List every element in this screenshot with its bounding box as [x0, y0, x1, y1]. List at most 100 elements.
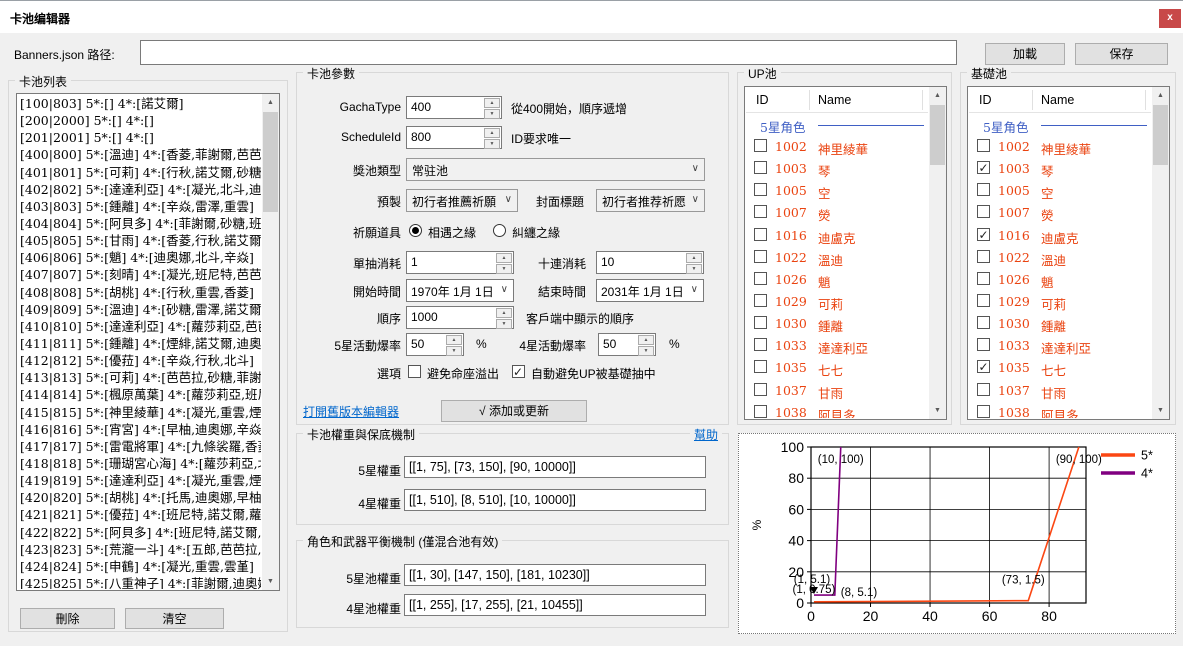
pool-row[interactable]: 1030鍾離	[969, 312, 1151, 334]
spinner-up-icon[interactable]: ▲	[446, 335, 462, 345]
row-checkbox[interactable]	[754, 338, 767, 351]
pool-row[interactable]: ✓1016迪盧克	[969, 224, 1151, 246]
row-checkbox[interactable]: ✓	[977, 228, 990, 241]
close-button[interactable]: x	[1159, 9, 1181, 28]
spinner-up-icon[interactable]: ▲	[496, 253, 512, 263]
pool-list-item[interactable]: [418|818] 5*:[珊瑚宮心海] 4*:[蘿莎莉亞,北斗,行秋]	[18, 455, 261, 472]
pool-row[interactable]: 1026魈	[969, 268, 1151, 290]
cover-title-select[interactable]: 初行者推荐祈愿 ∨	[596, 189, 705, 212]
row-checkbox[interactable]: ✓	[977, 161, 990, 174]
spinner-up-icon[interactable]: ▲	[484, 98, 500, 108]
row-checkbox[interactable]	[977, 250, 990, 263]
pool-list-item[interactable]: [406|806] 5*:[魈] 4*:[迪奧娜,北斗,辛焱]	[18, 249, 261, 266]
load-button[interactable]: 加載	[985, 43, 1065, 65]
pool-list-item[interactable]: [424|824] 5*:[申鶴] 4*:[凝光,重雲,雲堇]	[18, 558, 261, 575]
delete-button[interactable]: 刪除	[20, 608, 115, 629]
pool-row[interactable]: 1002神里綾華	[969, 135, 1151, 157]
pool-list-scrollbar[interactable]: ▲ ▼	[262, 94, 279, 590]
pool-list-item[interactable]: [411|811] 5*:[鍾離] 4*:[煙緋,諾艾爾,迪奧娜]	[18, 335, 261, 352]
pool-row[interactable]: 1022溫迪	[746, 246, 928, 268]
gachatype-input[interactable]: 400 ▲▼	[406, 96, 502, 119]
pool-list-item[interactable]: [412|812] 5*:[優菈] 4*:[辛焱,行秋,北斗]	[18, 352, 261, 369]
row-checkbox[interactable]	[977, 294, 990, 307]
spinner-up-icon[interactable]: ▲	[484, 128, 500, 138]
row-checkbox[interactable]	[977, 316, 990, 329]
pool-row[interactable]: 1030鍾離	[746, 312, 928, 334]
save-button[interactable]: 保存	[1075, 43, 1168, 65]
pool-row[interactable]: 1037甘雨	[969, 379, 1151, 401]
spinner-down-icon[interactable]: ▼	[484, 139, 500, 149]
row-checkbox[interactable]	[754, 228, 767, 241]
pool-row[interactable]: 1035七七	[746, 356, 928, 378]
start-time-picker[interactable]: 1970年 1月 1日 ∨	[406, 279, 514, 302]
spinner-up-icon[interactable]: ▲	[496, 308, 512, 318]
row-checkbox[interactable]	[754, 139, 767, 152]
pool-list-item[interactable]: [415|815] 5*:[神里綾華] 4*:[凝光,重雲,煙緋]	[18, 404, 261, 421]
weight5-input[interactable]	[404, 456, 706, 478]
weight4-input[interactable]	[404, 489, 706, 511]
pool-list-item[interactable]: [200|2000] 5*:[] 4*:[]	[18, 112, 261, 129]
spinner-up-icon[interactable]: ▲	[638, 335, 654, 345]
pool-list-item[interactable]: [201|2001] 5*:[] 4*:[]	[18, 129, 261, 146]
sort-order-input[interactable]: 1000 ▲▼	[406, 306, 514, 329]
preset-select[interactable]: 初行者推薦祈願 ∨	[406, 189, 518, 212]
spinner-down-icon[interactable]: ▼	[484, 109, 500, 119]
spinner-up-icon[interactable]: ▲	[686, 253, 702, 263]
row-checkbox[interactable]	[754, 205, 767, 218]
row-checkbox[interactable]	[754, 183, 767, 196]
pool-list-item[interactable]: [408|808] 5*:[胡桃] 4*:[行秋,重雲,香菱]	[18, 284, 261, 301]
pool-list-item[interactable]: [402|802] 5*:[達達利亞] 4*:[凝光,北斗,迪奧娜]	[18, 181, 261, 198]
rate5-input[interactable]: 50 ▲▼	[406, 333, 464, 356]
pool-row[interactable]: 1016迪盧克	[746, 224, 928, 246]
row-checkbox[interactable]	[977, 405, 990, 418]
pool-row[interactable]: 1002神里綾華	[746, 135, 928, 157]
rate4-input[interactable]: 50 ▲▼	[598, 333, 656, 356]
pool-row[interactable]: 1038阿貝多	[746, 401, 928, 418]
pool-row[interactable]: 1005空	[746, 179, 928, 201]
row-checkbox[interactable]	[754, 316, 767, 329]
pool-list-item[interactable]: [403|803] 5*:[鍾離] 4*:[辛焱,雷澤,重雲]	[18, 198, 261, 215]
spinner-down-icon[interactable]: ▼	[446, 346, 462, 356]
scroll-down-button[interactable]: ▼	[1152, 402, 1169, 419]
pool-weight4-input[interactable]	[404, 594, 706, 616]
scroll-up-button[interactable]: ▲	[1152, 87, 1169, 104]
pool-row[interactable]: 1037甘雨	[746, 379, 928, 401]
pool-list-item[interactable]: [100|803] 5*:[] 4*:[諾艾爾]	[18, 95, 261, 112]
pool-row[interactable]: 1029可莉	[746, 290, 928, 312]
pool-list-item[interactable]: [423|823] 5*:[荒瀧一斗] 4*:[五郎,芭芭拉,香菱]	[18, 541, 261, 558]
scroll-down-button[interactable]: ▼	[262, 573, 279, 590]
clear-button[interactable]: 清空	[125, 608, 224, 629]
pool-list-item[interactable]: [405|805] 5*:[甘雨] 4*:[香菱,行秋,諾艾爾]	[18, 232, 261, 249]
pool-listbox[interactable]: [100|803] 5*:[] 4*:[諾艾爾][200|2000] 5*:[]…	[16, 93, 280, 591]
base-pool-list[interactable]: ID Name 5星角色 1002神里綾華✓1003琴1005空1007熒✓10…	[967, 86, 1170, 420]
pool-row[interactable]: 1007熒	[746, 201, 928, 223]
pool-type-select[interactable]: 常驻池 ∨	[406, 158, 705, 181]
pool-list-item[interactable]: [400|800] 5*:[溫迪] 4*:[香菱,菲謝爾,芭芭拉]	[18, 146, 261, 163]
pool-row[interactable]: 1029可莉	[969, 290, 1151, 312]
scroll-up-button[interactable]: ▲	[262, 94, 279, 111]
pool-list-item[interactable]: [420|820] 5*:[胡桃] 4*:[托馬,迪奧娜,早柚]	[18, 489, 261, 506]
row-checkbox[interactable]	[754, 294, 767, 307]
pool-row[interactable]: 1007熒	[969, 201, 1151, 223]
scheduleid-input[interactable]: 800 ▲▼	[406, 126, 502, 149]
end-time-picker[interactable]: 2031年 1月 1日 ∨	[596, 279, 704, 302]
scroll-thumb[interactable]	[1153, 105, 1168, 165]
pool-list-item[interactable]: [401|801] 5*:[可莉] 4*:[行秋,諾艾爾,砂糖]	[18, 164, 261, 181]
row-checkbox[interactable]	[977, 272, 990, 285]
help-link[interactable]: 幫助	[690, 426, 722, 443]
row-checkbox[interactable]	[754, 405, 767, 418]
row-checkbox[interactable]	[754, 161, 767, 174]
base-pool-scrollbar[interactable]: ▲ ▼	[1152, 87, 1169, 419]
pool-list-item[interactable]: [414|814] 5*:[楓原萬葉] 4*:[蘿莎莉亞,班尼特,雷澤]	[18, 386, 261, 403]
row-checkbox[interactable]	[754, 272, 767, 285]
pool-list-item[interactable]: [419|819] 5*:[達達利亞] 4*:[凝光,重雲,煙緋]	[18, 472, 261, 489]
add-update-button[interactable]: √ 添加或更新	[441, 400, 587, 422]
pool-list-item[interactable]: [425|825] 5*:[八重神子] 4*:[菲謝爾,迪奧娜,托馬]	[18, 575, 261, 589]
up-pool-scrollbar[interactable]: ▲ ▼	[929, 87, 946, 419]
pool-list-item[interactable]: [407|807] 5*:[刻晴] 4*:[凝光,班尼特,芭芭拉]	[18, 266, 261, 283]
pool-list-item[interactable]: [410|810] 5*:[達達利亞] 4*:[蘿莎莉亞,芭芭拉,菲謝爾]	[18, 318, 261, 335]
pool-row[interactable]: 1005空	[969, 179, 1151, 201]
row-checkbox[interactable]	[754, 250, 767, 263]
pool-list-item[interactable]: [404|804] 5*:[阿貝多] 4*:[菲謝爾,砂糖,班尼特]	[18, 215, 261, 232]
checkbox-avoid-constellation-overflow[interactable]	[408, 365, 421, 378]
